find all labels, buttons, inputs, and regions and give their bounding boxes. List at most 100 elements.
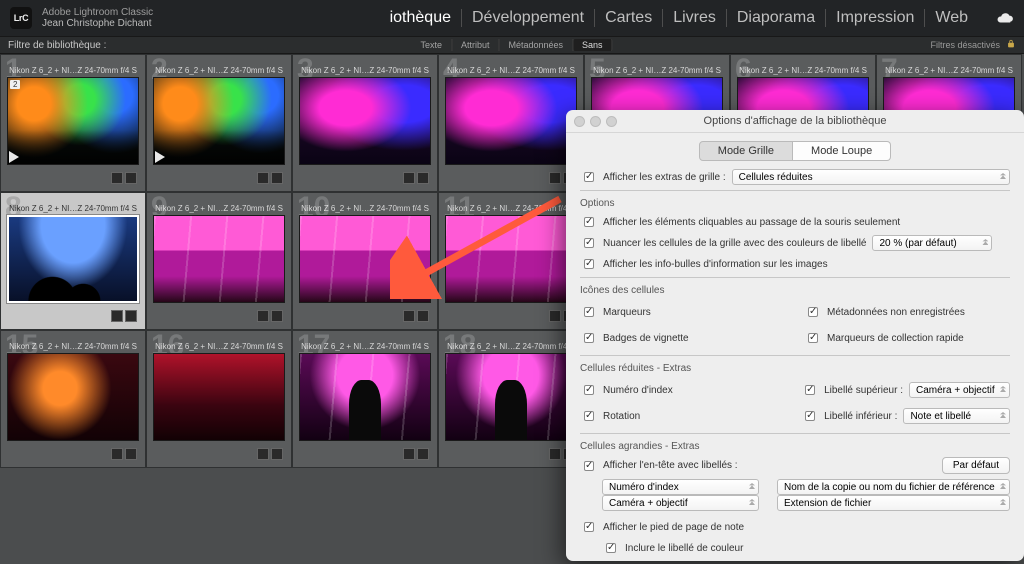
filter-tab-attribut[interactable]: Attribut [452, 39, 500, 51]
thumbnail[interactable] [7, 353, 139, 441]
grid-cell[interactable]: 2Nikon Z 6_2 + NI…Z 24-70mm f/4 S [146, 54, 292, 192]
thumb-badge[interactable] [403, 310, 415, 322]
chk-index-number[interactable] [584, 385, 594, 395]
filter-tab-métadonnées[interactable]: Métadonnées [499, 39, 573, 51]
thumbnail[interactable] [445, 215, 577, 303]
chk-rotation[interactable] [584, 411, 594, 421]
sel-tint-amount[interactable]: 20 % (par défaut) [872, 235, 992, 251]
filter-tab-sans[interactable]: Sans [573, 39, 613, 51]
grid-cell[interactable]: 3Nikon Z 6_2 + NI…Z 24-70mm f/4 S [292, 54, 438, 192]
module-impression[interactable]: Impression [826, 9, 925, 27]
sel-top-label[interactable]: Caméra + objectif [909, 382, 1010, 398]
filter-bar-label: Filtre de bibliothèque : [8, 40, 106, 51]
grid-cell[interactable]: 18Nikon Z 6_2 + NI…Z 24-70mm f/4 S [438, 330, 584, 468]
cell-top-label: Nikon Z 6_2 + NI…Z 24-70mm f/4 S [439, 193, 583, 215]
thumb-badge[interactable] [549, 448, 561, 460]
module-diaporama[interactable]: Diaporama [727, 9, 826, 27]
thumb-badge[interactable] [271, 172, 283, 184]
chk-include-color-label[interactable] [606, 543, 616, 553]
thumb-badge[interactable] [111, 172, 123, 184]
cloud-sync-icon[interactable] [988, 9, 1014, 27]
grid-cell[interactable]: 16Nikon Z 6_2 + NI…Z 24-70mm f/4 S [146, 330, 292, 468]
flag-icon[interactable] [9, 151, 19, 163]
thumb-badge[interactable] [111, 448, 123, 460]
cell-top-label: Nikon Z 6_2 + NI…Z 24-70mm f/4 S [147, 331, 291, 353]
chk-tint-cells[interactable] [584, 238, 594, 248]
chk-tooltips[interactable] [584, 259, 594, 269]
sel-exp-field3[interactable]: Caméra + objectif [602, 495, 759, 511]
thumbnail[interactable]: 2 [7, 77, 139, 165]
module-web[interactable]: Web [925, 9, 978, 27]
chk-bottom-label[interactable] [805, 411, 815, 421]
chk-show-header[interactable] [584, 461, 594, 471]
thumbnail[interactable] [153, 353, 285, 441]
thumb-badge[interactable] [111, 310, 123, 322]
filters-disabled-text: Filtres désactivés [930, 40, 1000, 50]
thumbnail[interactable] [7, 215, 139, 304]
chk-thumb-badges[interactable] [584, 333, 594, 343]
window-traffic-lights[interactable] [574, 116, 617, 127]
grid-cell[interactable]: 4Nikon Z 6_2 + NI…Z 24-70mm f/4 S [438, 54, 584, 192]
thumb-badge[interactable] [257, 448, 269, 460]
chk-clickable-hover[interactable] [584, 217, 594, 227]
thumb-badge[interactable] [125, 310, 137, 322]
thumb-badge[interactable] [257, 310, 269, 322]
thumbnail[interactable] [445, 353, 577, 441]
sel-exp-field2[interactable]: Nom de la copie ou nom du fichier de réf… [777, 479, 1010, 495]
cell-top-label: Nikon Z 6_2 + NI…Z 24-70mm f/4 S [293, 331, 437, 353]
module-cartes[interactable]: Cartes [595, 9, 663, 27]
section-cell-icons-title: Icônes des cellules [580, 285, 1010, 296]
thumbnail[interactable] [299, 353, 431, 441]
cell-top-label: Nikon Z 6_2 + NI…Z 24-70mm f/4 S [1, 193, 145, 215]
module-livres[interactable]: Livres [663, 9, 727, 27]
app-logo: LrC [10, 7, 32, 29]
lock-icon[interactable] [1006, 39, 1016, 51]
sel-grid-extras-style[interactable]: Cellules réduites [732, 169, 1010, 185]
sel-exp-field4[interactable]: Extension de fichier [777, 495, 1010, 511]
thumb-badge[interactable] [417, 310, 429, 322]
grid-cell[interactable]: 17Nikon Z 6_2 + NI…Z 24-70mm f/4 S [292, 330, 438, 468]
thumbnail[interactable] [299, 77, 431, 165]
chk-show-grid-extras[interactable] [584, 172, 594, 182]
thumb-badge[interactable] [403, 448, 415, 460]
grid-cell[interactable]: 15Nikon Z 6_2 + NI…Z 24-70mm f/4 S [0, 330, 146, 468]
dialog-titlebar[interactable]: Options d'affichage de la bibliothèque [566, 110, 1024, 133]
chk-flags[interactable] [584, 307, 594, 317]
chk-show-rating-footer[interactable] [584, 522, 594, 532]
thumbnail[interactable] [153, 77, 285, 165]
thumbnail[interactable] [445, 77, 577, 165]
thumb-badge[interactable] [125, 448, 137, 460]
lbl-unsaved-meta: Métadonnées non enregistrées [827, 307, 965, 318]
sel-exp-field1[interactable]: Numéro d'index [602, 479, 759, 495]
tab-grid-mode[interactable]: Mode Grille [699, 141, 793, 161]
thumbnail[interactable] [153, 215, 285, 303]
module-iothèque[interactable]: iothèque [380, 9, 462, 27]
thumb-badge[interactable] [549, 310, 561, 322]
grid-cell[interactable]: 11Nikon Z 6_2 + NI…Z 24-70mm f/4 S [438, 192, 584, 330]
btn-defaults[interactable]: Par défaut [942, 457, 1010, 474]
filter-tab-texte[interactable]: Texte [411, 39, 452, 51]
thumb-badge[interactable] [403, 172, 415, 184]
lbl-thumb-badges: Badges de vignette [603, 333, 689, 344]
grid-cell[interactable]: 10Nikon Z 6_2 + NI…Z 24-70mm f/4 S [292, 192, 438, 330]
grid-cell[interactable]: 9Nikon Z 6_2 + NI…Z 24-70mm f/4 S [146, 192, 292, 330]
flag-icon[interactable] [155, 151, 165, 163]
section-compact-title: Cellules réduites - Extras [580, 363, 1010, 374]
tab-loupe-mode[interactable]: Mode Loupe [793, 141, 891, 161]
thumbnail[interactable] [299, 215, 431, 303]
grid-cell[interactable]: 8Nikon Z 6_2 + NI…Z 24-70mm f/4 S [0, 192, 146, 330]
chk-top-label[interactable] [805, 385, 815, 395]
thumb-badge[interactable] [417, 448, 429, 460]
module-développement[interactable]: Développement [462, 9, 595, 27]
thumb-badge[interactable] [549, 172, 561, 184]
sel-bottom-label[interactable]: Note et libellé [903, 408, 1010, 424]
grid-cell[interactable]: 1Nikon Z 6_2 + NI…Z 24-70mm f/4 S2 [0, 54, 146, 192]
chk-unsaved-meta[interactable] [808, 307, 818, 317]
cell-footer [293, 165, 437, 191]
thumb-badge[interactable] [271, 448, 283, 460]
thumb-badge[interactable] [271, 310, 283, 322]
thumb-badge[interactable] [417, 172, 429, 184]
chk-quick-collection[interactable] [808, 333, 818, 343]
thumb-badge[interactable] [125, 172, 137, 184]
thumb-badge[interactable] [257, 172, 269, 184]
